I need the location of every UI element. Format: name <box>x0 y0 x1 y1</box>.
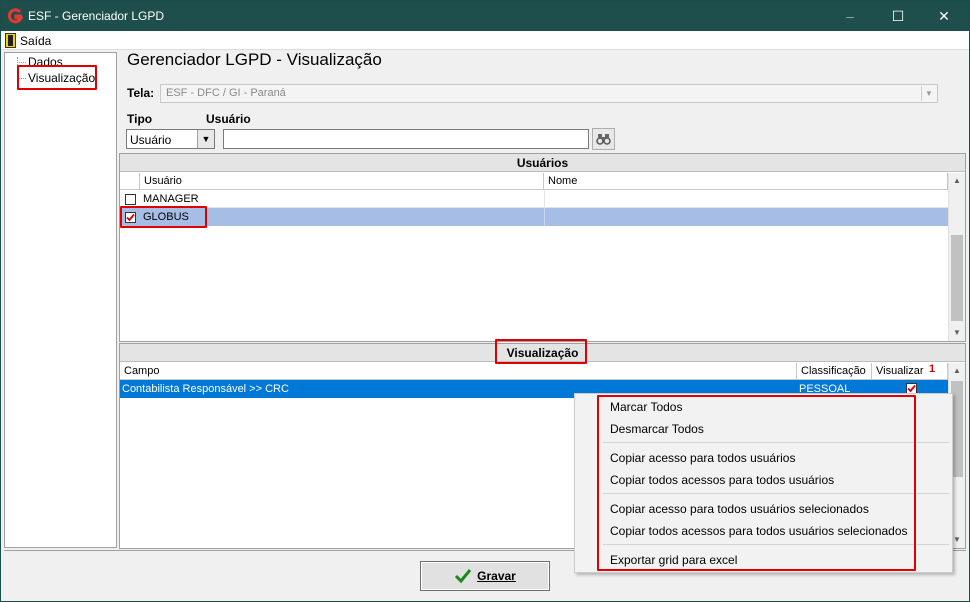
highlight-box <box>495 339 587 364</box>
column-header-visualizar[interactable]: Visualizar 1 <box>872 363 948 380</box>
search-button[interactable] <box>592 128 615 150</box>
table-row[interactable]: GLOBUS <box>120 208 948 226</box>
door-exit-icon <box>5 33 16 48</box>
checkmark-icon <box>907 384 916 393</box>
page-title: Gerenciador LGPD - Visualização <box>127 50 382 69</box>
column-header-usuario[interactable]: Usuário <box>140 173 544 190</box>
scroll-down-icon[interactable]: ▼ <box>949 325 965 341</box>
scroll-up-icon[interactable]: ▲ <box>949 363 965 379</box>
name-cell <box>544 190 545 208</box>
tipo-value: Usuário <box>130 133 172 147</box>
minimize-icon: ‒ <box>846 8 854 24</box>
save-button[interactable]: Gravar <box>420 561 550 591</box>
row-checkbox[interactable] <box>125 194 136 205</box>
chevron-down-icon: ▼ <box>197 130 214 148</box>
scroll-thumb[interactable] <box>951 235 963 321</box>
column-header-campo[interactable]: Campo <box>120 363 797 380</box>
tela-value: ESF - DFC / GI - Paraná <box>166 87 286 99</box>
menu-exit-label: Saída <box>20 33 52 48</box>
chevron-down-icon: ▼ <box>921 86 936 101</box>
tipo-label: Tipo <box>127 112 153 126</box>
tela-combo: ESF - DFC / GI - Paraná ▼ <box>160 84 938 103</box>
menu-exit[interactable]: Saída <box>5 32 51 49</box>
checkmark-icon <box>455 569 472 584</box>
title-bar[interactable]: ESF - Gerenciador LGPD ‒ ☐ ✕ <box>1 1 969 31</box>
users-section-title: Usuários <box>120 154 965 172</box>
campo-cell: Contabilista Responsável >> CRC <box>122 383 289 395</box>
column-header-classificacao[interactable]: Classificação <box>797 363 872 380</box>
minimize-button[interactable]: ‒ <box>827 1 873 31</box>
maximize-button[interactable]: ☐ <box>875 1 921 31</box>
visualizar-header-label: Visualizar <box>876 365 924 377</box>
table-row[interactable]: MANAGER <box>120 190 948 208</box>
column-header-nome[interactable]: Nome <box>544 173 948 190</box>
scroll-up-icon[interactable]: ▲ <box>949 173 965 189</box>
close-button[interactable]: ✕ <box>921 1 967 31</box>
menu-bar: Saída <box>1 31 969 50</box>
navigation-tree: Dados Visualização <box>4 52 117 548</box>
highlight-box <box>120 206 207 228</box>
tela-label: Tela: <box>127 86 155 100</box>
highlight-box <box>17 65 97 90</box>
tipo-select[interactable]: Usuário ▼ <box>126 129 215 149</box>
usuario-label: Usuário <box>206 112 251 126</box>
users-scrollbar[interactable]: ▲ ▼ <box>948 173 965 341</box>
tree-connector <box>17 62 26 63</box>
app-window: ESF - Gerenciador LGPD ‒ ☐ ✕ Saída Dados… <box>0 0 970 602</box>
usuario-input[interactable] <box>223 129 589 149</box>
binoculars-icon <box>596 134 611 145</box>
window-title: ESF - Gerenciador LGPD <box>28 9 165 23</box>
highlight-box <box>597 395 916 571</box>
save-label: Gravar <box>477 569 516 583</box>
name-cell <box>544 208 545 226</box>
column-header-check <box>120 173 140 190</box>
sort-indicator: 1 <box>929 363 936 375</box>
close-icon: ✕ <box>938 8 950 24</box>
user-cell: MANAGER <box>143 193 199 205</box>
app-logo-icon <box>7 8 23 24</box>
maximize-icon: ☐ <box>891 8 905 24</box>
users-panel: Usuários Usuário Nome MANAGER GLOBUS ▲ ▼ <box>119 153 966 342</box>
